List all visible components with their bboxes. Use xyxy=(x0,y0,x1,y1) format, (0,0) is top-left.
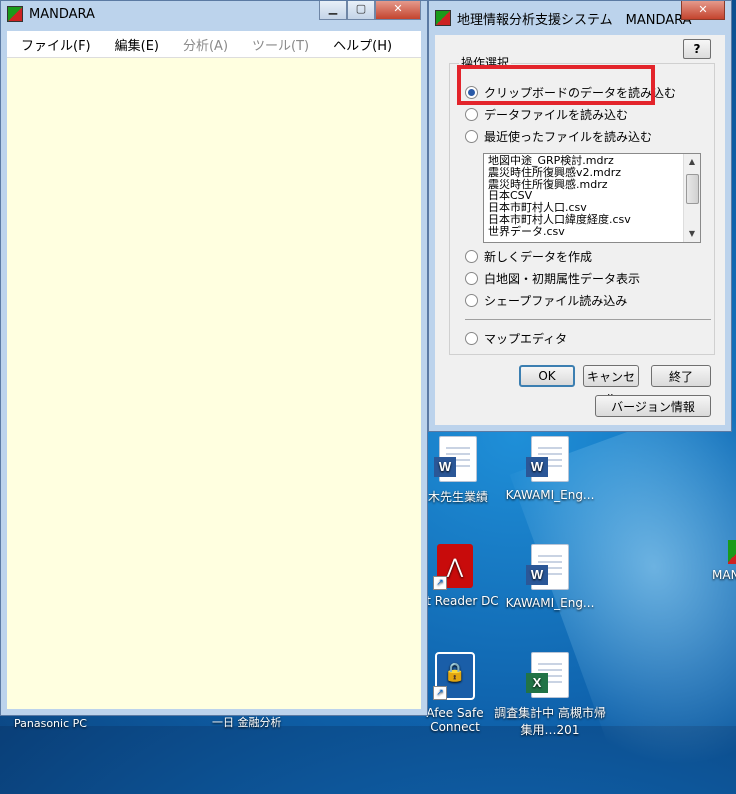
desktop-icon-label: KAWAMI_Eng... xyxy=(505,488,595,502)
mcafee-shield-icon: 🔒 ↗ xyxy=(433,652,475,700)
radio-label: シェープファイル読み込み xyxy=(484,294,628,308)
dialog-body: ? 操作選択 クリップボードのデータを読み込む データファイルを読み込む 最近使… xyxy=(435,35,725,425)
radio-blank-map[interactable]: 白地図・初期属性データ表示 xyxy=(465,270,640,287)
radio-indicator xyxy=(465,332,478,345)
radio-new-data[interactable]: 新しくデータを作成 xyxy=(465,248,592,265)
window-title: MANDARA xyxy=(29,6,95,22)
mandara-app-icon xyxy=(728,540,736,564)
word-document-icon: W xyxy=(526,544,569,590)
desktop-icon-label: MAN xyxy=(712,568,736,582)
list-item[interactable]: 日本市町村人口緯度経度.csv xyxy=(488,214,682,226)
separator xyxy=(465,319,711,320)
desktop-icon-word-2[interactable]: W KAWAMI_Eng... xyxy=(500,436,600,502)
mandara-logo-icon xyxy=(435,10,451,26)
cancel-button[interactable]: キャンセル xyxy=(583,365,639,406)
maximize-button[interactable]: ▢ xyxy=(347,1,375,20)
mandara-logo-icon xyxy=(7,6,23,22)
scroll-down-arrow-icon[interactable]: ▼ xyxy=(684,226,700,242)
red-highlight-box xyxy=(457,65,655,105)
radio-indicator xyxy=(465,294,478,307)
scroll-up-arrow-icon[interactable]: ▲ xyxy=(684,154,700,170)
dialog-close-button[interactable]: ✕ xyxy=(681,1,725,20)
radio-load-recent[interactable]: 最近使ったファイルを読み込む xyxy=(465,128,652,145)
radio-indicator xyxy=(465,130,478,143)
menu-tools[interactable]: ツール(T) xyxy=(238,35,319,54)
radio-load-data-file[interactable]: データファイルを読み込む xyxy=(465,106,628,123)
main-client-area xyxy=(7,57,421,709)
radio-label: 最近使ったファイルを読み込む xyxy=(484,130,653,144)
taskbar-label: 一日 金融分析 xyxy=(212,716,282,729)
dialog-title: 地理情報分析支援システム MANDARA xyxy=(457,12,692,28)
desktop-icon-mandara-partial[interactable]: MAN xyxy=(700,540,736,582)
version-info-button[interactable]: バージョン情報 xyxy=(595,395,711,417)
radio-label: 白地図・初期属性データ表示 xyxy=(484,272,641,286)
menu-file[interactable]: ファイル(F) xyxy=(7,35,101,54)
excel-spreadsheet-icon: X xyxy=(526,652,569,698)
help-button[interactable]: ? xyxy=(683,39,711,59)
desktop-icon-label: 調査集計中 高槻市帰集用…201 xyxy=(494,706,606,737)
menu-help[interactable]: ヘルプ(H) xyxy=(319,35,402,54)
recent-files-items: 地図中途_GRP検討.mdrz 震災時住所復興感v2.mdrz 震災時住所復興感… xyxy=(488,155,682,238)
word-document-icon: W xyxy=(434,436,477,482)
desktop-icon-word-3[interactable]: W KAWAMI_Eng... xyxy=(500,544,600,610)
radio-indicator xyxy=(465,272,478,285)
menu-analysis[interactable]: 分析(A) xyxy=(169,35,238,54)
list-item[interactable]: 世界データ.csv xyxy=(488,225,682,238)
desktop-icon-excel[interactable]: X 調査集計中 高槻市帰集用…201 xyxy=(494,652,606,738)
recent-files-list[interactable]: 地図中途_GRP検討.mdrz 震災時住所復興感v2.mdrz 震災時住所復興感… xyxy=(483,153,701,243)
taskbar-label: Panasonic PC xyxy=(14,717,87,730)
window-controls: ▁ ▢ ✕ xyxy=(319,1,421,20)
menu-bar: ファイル(F) 編集(E) 分析(A) ツール(T) ヘルプ(H) xyxy=(7,31,421,57)
close-button[interactable]: ✕ xyxy=(375,1,421,20)
pdf-reader-icon: ⋀ ↗ xyxy=(433,544,473,590)
radio-label: 新しくデータを作成 xyxy=(484,250,593,264)
menu-edit[interactable]: 編集(E) xyxy=(101,35,169,54)
minimize-button[interactable]: ▁ xyxy=(319,1,347,20)
list-item[interactable]: 震災時住所復興感v2.mdrz xyxy=(488,166,682,179)
radio-indicator xyxy=(465,250,478,263)
radio-shapefile[interactable]: シェープファイル読み込み xyxy=(465,292,627,309)
list-scrollbar[interactable]: ▲ ▼ xyxy=(683,154,700,242)
scroll-thumb[interactable] xyxy=(686,174,699,204)
ok-button[interactable]: OK xyxy=(519,365,575,387)
operation-select-dialog: 地理情報分析支援システム MANDARA ✕ ? 操作選択 クリップボードのデー… xyxy=(428,0,732,432)
mandara-main-window: MANDARA ▁ ▢ ✕ ファイル(F) 編集(E) 分析(A) ツール(T)… xyxy=(0,0,428,716)
exit-button[interactable]: 終了 xyxy=(651,365,711,387)
radio-map-editor[interactable]: マップエディタ xyxy=(465,330,567,347)
word-document-icon: W xyxy=(526,436,569,482)
desktop-icon-label: KAWAMI_Eng... xyxy=(505,596,595,610)
radio-label: マップエディタ xyxy=(484,332,568,346)
radio-indicator xyxy=(465,108,478,121)
radio-label: データファイルを読み込む xyxy=(484,108,629,122)
